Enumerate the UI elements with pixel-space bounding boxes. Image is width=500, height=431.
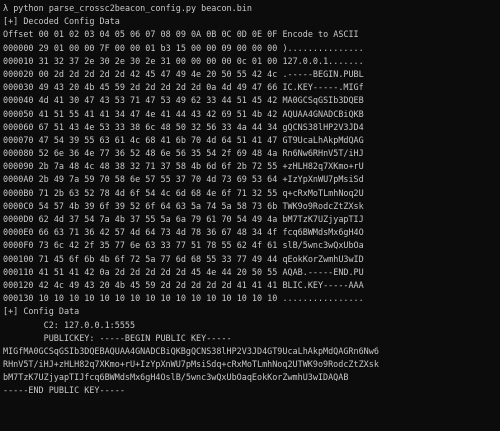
row-hex-bytes: 00 2d 2d 2d 2d 2d 42 45 47 49 4e 20 50 5…: [38, 68, 278, 79]
row-hex-bytes: 47 54 39 55 63 61 4c 68 41 6b 70 4d 64 5…: [38, 134, 278, 145]
hexdump-row: 0000F0 73 6c 42 2f 35 77 6e 63 33 77 51 …: [3, 239, 497, 252]
row-offset: 0000B0: [3, 187, 34, 198]
row-ascii: +IzYpXnWU7pMsiSd: [282, 174, 364, 185]
lambda-prompt-icon: λ: [3, 3, 9, 13]
terminal-window[interactable]: λ python parse_crossc2beacon_config.py b…: [0, 0, 500, 431]
row-hex-bytes: 66 63 71 36 42 57 4d 64 73 4d 78 36 67 4…: [38, 227, 278, 238]
config-section-title: [+] Config Data: [3, 306, 80, 317]
row-hex-bytes: 62 4d 37 54 7a 4b 37 55 5a 6a 79 61 70 5…: [38, 214, 278, 224]
hexdump-row: 000000 29 01 00 00 7F 00 00 01 b3 15 00 …: [3, 42, 497, 55]
public-key-body-line: MIGfMA0GCSqGSIb3DQEBAQUAA4GNADCBiQKBgQCN…: [3, 345, 379, 356]
hexdump-row: 000050 41 51 55 41 41 34 47 4e 41 44 43 …: [3, 108, 497, 121]
row-ascii: )...............: [282, 42, 364, 53]
hexdump-row: 000020 00 2d 2d 2d 2d 2d 42 45 47 49 4e …: [3, 68, 497, 81]
hex-columns-label: 00 01 02 03 04 05 06 07 08 09 0A 0B 0C 0…: [38, 29, 278, 40]
offset-column-label: Offset: [3, 29, 34, 40]
row-offset: 0000A0: [3, 174, 34, 185]
hexdump-row: 000080 52 6e 36 4e 77 36 52 48 6e 56 35 …: [3, 147, 497, 160]
row-offset: 000130: [3, 293, 34, 304]
row-ascii: IC.KEY-----.MIGf: [282, 82, 364, 93]
row-hex-bytes: 42 4c 49 43 20 4b 45 59 2d 2d 2d 2d 2d 4…: [38, 279, 278, 290]
row-ascii: Rn6Nw6RHnV5T/iHJ: [282, 148, 364, 159]
hexdump-row: 000040 4d 41 30 47 43 53 71 47 53 49 62 …: [3, 94, 497, 107]
row-ascii: fcq6BWMdsMx6gH4O: [282, 227, 364, 238]
row-offset: 000060: [3, 121, 34, 132]
row-ascii: gQCNS38lHP2V3JD4: [282, 121, 364, 132]
row-hex-bytes: 2b 49 7a 59 70 58 6e 57 55 37 70 4d 73 6…: [38, 174, 278, 185]
hexdump-row: 000090 2b 7a 48 4c 48 38 32 71 37 58 4b …: [3, 160, 497, 173]
row-offset: 000100: [3, 253, 34, 264]
publickey-line: PUBLICKEY: -----BEGIN PUBLIC KEY-----: [3, 332, 497, 345]
hexdump-row: 000010 31 32 37 2e 30 2e 30 2e 31 00 00 …: [3, 55, 497, 68]
publickey-label: PUBLICKEY: -----BEGIN PUBLIC KEY-----: [43, 332, 232, 343]
hexdump-row: 0000B0 71 2b 63 52 78 4d 6f 54 4c 6d 68 …: [3, 187, 497, 200]
row-ascii: ................: [282, 293, 364, 304]
row-ascii: GT9UcaLhAkpMdQAG: [282, 134, 364, 145]
hexdump-row: 000120 42 4c 49 43 20 4b 45 59 2d 2d 2d …: [3, 279, 497, 292]
decoded-section-title: [+] Decoded Config Data: [3, 16, 120, 27]
row-offset: 000010: [3, 55, 34, 66]
row-ascii: qEokKorZwmhU3wID: [282, 253, 364, 264]
row-ascii: AQUAA4GNADCBiQKB: [282, 108, 364, 119]
row-ascii: BLIC.KEY-----AAA: [282, 279, 364, 290]
row-offset: 000050: [3, 108, 34, 119]
hexdump-row: 000100 71 45 6f 6b 4b 6f 72 5a 77 6d 68 …: [3, 253, 497, 266]
row-offset: 000080: [3, 148, 34, 159]
row-offset: 000040: [3, 95, 34, 106]
row-ascii: TWK9o9RodcZtZXsk: [282, 200, 364, 211]
row-hex-bytes: 41 51 55 41 41 34 47 4e 41 44 43 42 69 5…: [38, 108, 278, 119]
row-hex-bytes: 67 51 43 4e 53 33 38 6c 48 50 32 56 33 4…: [38, 121, 278, 132]
row-hex-bytes: 52 6e 36 4e 77 36 52 48 6e 56 35 54 2f 6…: [38, 148, 278, 159]
hexdump-row: 0000C0 54 57 4b 39 6f 39 52 6f 64 63 5a …: [3, 200, 497, 213]
row-offset: 000030: [3, 82, 34, 93]
row-ascii: 127.0.0.1.......: [282, 55, 364, 66]
hexdump-row: 0000E0 66 63 71 36 42 57 4d 64 73 4d 78 …: [3, 226, 497, 239]
row-ascii: AQAB.-----END.PU: [282, 266, 364, 277]
row-hex-bytes: 71 2b 63 52 78 4d 6f 54 4c 6d 68 4e 6f 7…: [38, 187, 278, 198]
hexdump-row: 000070 47 54 39 55 63 61 4c 68 41 6b 70 …: [3, 134, 497, 147]
row-offset: 0000D0: [3, 214, 34, 224]
row-offset: 0000F0: [3, 240, 34, 251]
row-hex-bytes: 2b 7a 48 4c 48 38 32 71 37 58 4b 6d 6f 2…: [38, 161, 278, 172]
row-hex-bytes: 10 10 10 10 10 10 10 10 10 10 10 10 10 1…: [38, 293, 278, 304]
c2-line: C2: 127.0.0.1:5555: [3, 319, 497, 332]
hexdump-row: 000110 41 51 41 42 0a 2d 2d 2d 2d 2d 45 …: [3, 266, 497, 279]
command-text: python parse_crossc2beacon_config.py bea…: [13, 3, 252, 13]
row-hex-bytes: 41 51 41 42 0a 2d 2d 2d 2d 2d 45 4e 44 2…: [38, 266, 278, 277]
row-offset: 000000: [3, 42, 34, 53]
hexdump-rows: 000000 29 01 00 00 7F 00 00 01 b3 15 00 …: [3, 42, 497, 306]
row-ascii: q+cRxMoTLmhNoq2U: [282, 187, 364, 198]
row-hex-bytes: 49 43 20 4b 45 59 2d 2d 2d 2d 2d 0a 4d 4…: [38, 82, 278, 93]
hexdump-row: 000130 10 10 10 10 10 10 10 10 10 10 10 …: [3, 292, 497, 305]
row-hex-bytes: 29 01 00 00 7F 00 00 01 b3 15 00 00 09 0…: [38, 42, 278, 53]
public-key-end-line: -----END PUBLIC KEY-----: [3, 385, 125, 396]
c2-value: C2: 127.0.0.1:5555: [43, 319, 136, 330]
row-ascii: .-----BEGIN.PUBL: [282, 68, 364, 79]
row-hex-bytes: 4d 41 30 47 43 53 71 47 53 49 62 33 44 5…: [38, 95, 278, 106]
row-hex-bytes: 31 32 37 2e 30 2e 30 2e 31 00 00 00 00 0…: [38, 55, 278, 66]
row-hex-bytes: 71 45 6f 6b 4b 6f 72 5a 77 6d 68 55 33 7…: [38, 253, 278, 264]
hexdump-row: 0000A0 2b 49 7a 59 70 58 6e 57 55 37 70 …: [3, 173, 497, 186]
row-ascii: +zHLH82q7XKmo+rU: [282, 161, 364, 172]
public-key-body-line: RHnV5T/iHJ+zHLH82q7XKmo+rU+IzYpXnWU7pMsi…: [3, 359, 379, 370]
hexdump-header: Offset 00 01 02 03 04 05 06 07 08 09 0A …: [3, 28, 497, 41]
row-offset: 000120: [3, 279, 34, 290]
row-offset: 000070: [3, 134, 34, 145]
row-offset: 000020: [3, 68, 34, 79]
hexdump-row: 000030 49 43 20 4b 45 59 2d 2d 2d 2d 2d …: [3, 81, 497, 94]
row-hex-bytes: 73 6c 42 2f 35 77 6e 63 33 77 51 78 55 6…: [38, 240, 278, 251]
row-offset: 0000C0: [3, 200, 34, 211]
ascii-column-label: Encode to ASCII: [282, 29, 359, 40]
row-offset: 0000E0: [3, 227, 34, 238]
command-prompt-line: λ python parse_crossc2beacon_config.py b…: [3, 2, 497, 15]
row-offset: 000090: [3, 161, 34, 172]
row-ascii: MA0GCSqGSIb3DQEB: [282, 95, 364, 106]
public-key-body-line: bM7TzK7UZjyapTIJfcq6BWMdsMx6gH4OslB/5wnc…: [3, 372, 349, 383]
row-ascii: slB/5wnc3wQxUbOa: [282, 240, 364, 251]
row-ascii: bM7TzK7UZjyapTIJ: [282, 214, 364, 224]
hexdump-row: 0000D0 62 4d 37 54 7a 4b 37 55 5a 6a 79 …: [3, 213, 497, 226]
row-hex-bytes: 54 57 4b 39 6f 39 52 6f 64 63 5a 74 5a 5…: [38, 200, 278, 211]
row-offset: 000110: [3, 266, 34, 277]
hexdump-row: 000060 67 51 43 4e 53 33 38 6c 48 50 32 …: [3, 121, 497, 134]
